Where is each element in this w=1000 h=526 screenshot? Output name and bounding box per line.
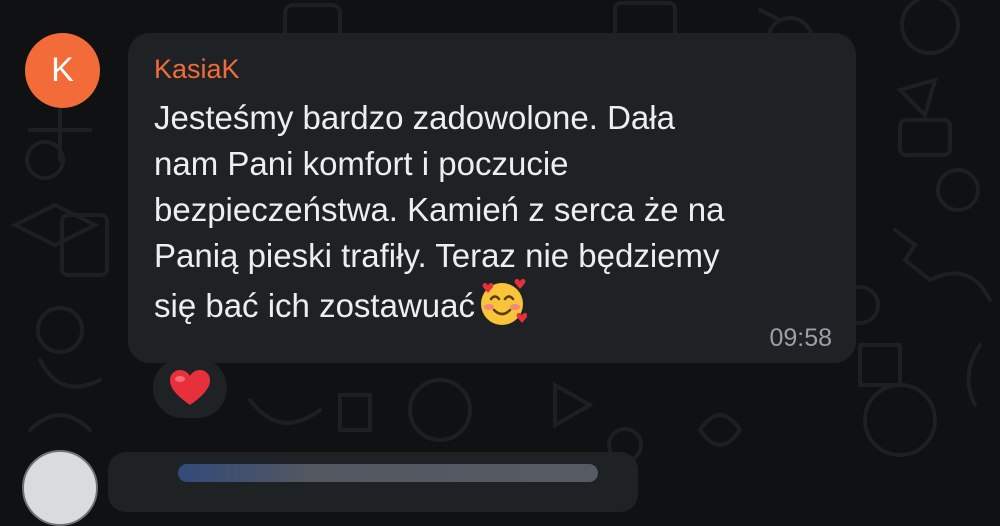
blurred-content	[178, 464, 598, 482]
message-timestamp: 09:58	[769, 324, 832, 352]
heart-reaction[interactable]	[153, 358, 227, 418]
message-line: Jesteśmy bardzo zadowolone. Dała	[154, 99, 675, 136]
sender-name[interactable]: KasiaK	[154, 54, 240, 85]
message-line: bezpieczeństwa. Kamień z serca że na	[154, 191, 725, 228]
smiling-face-with-hearts-icon	[477, 279, 528, 339]
message-line: Panią pieski trafiły. Teraz nie będziemy	[154, 237, 720, 274]
message-line-last: się bać ich zostawuać	[154, 279, 844, 339]
message-line: nam Pani komfort i poczucie	[154, 145, 569, 182]
message-text: Jesteśmy bardzo zadowolone. Dała nam Pan…	[154, 95, 844, 339]
sender-avatar[interactable]: K	[25, 33, 100, 108]
red-heart-icon	[170, 370, 210, 405]
next-sender-avatar[interactable]	[22, 450, 98, 526]
next-message-bubble[interactable]	[108, 452, 638, 512]
message-line: się bać ich zostawuać	[154, 287, 475, 324]
avatar-letter: K	[51, 51, 74, 89]
message-bubble[interactable]: KasiaK Jesteśmy bardzo zadowolone. Dała …	[128, 33, 856, 363]
